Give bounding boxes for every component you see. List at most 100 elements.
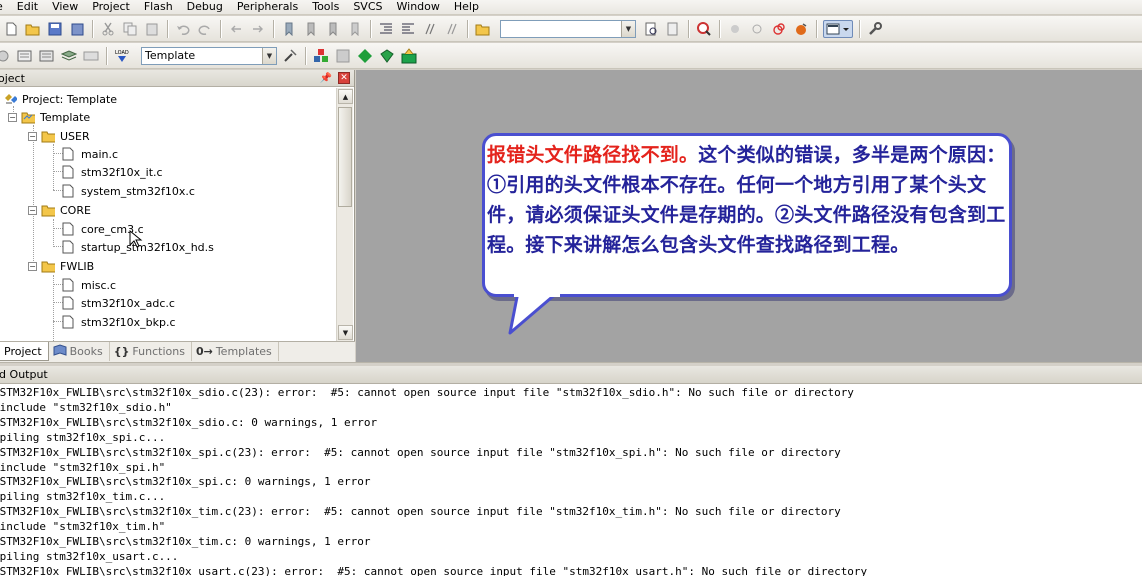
- menu-tools[interactable]: Tools: [305, 0, 346, 14]
- tree-file[interactable]: misc.c: [62, 276, 116, 294]
- tab-functions-label: Functions: [132, 345, 185, 358]
- menu-peripherals[interactable]: Peripherals: [230, 0, 305, 14]
- paste-icon[interactable]: [143, 20, 161, 38]
- folder-open-icon: [41, 259, 55, 273]
- configure-icon[interactable]: [866, 20, 884, 38]
- toolbar-separator: [106, 46, 107, 65]
- batch-build-icon[interactable]: [60, 47, 78, 65]
- disable-all-breakpoints-icon[interactable]: [770, 20, 788, 38]
- nav-forward-icon[interactable]: [249, 20, 267, 38]
- tab-books[interactable]: Books: [49, 342, 110, 361]
- undo-icon[interactable]: [174, 20, 192, 38]
- kill-all-breakpoints-icon[interactable]: [792, 20, 810, 38]
- target-select[interactable]: Template ▼: [141, 46, 277, 65]
- find-combo[interactable]: ▼: [500, 19, 636, 38]
- tab-templates[interactable]: 0→ Templates: [192, 342, 279, 361]
- tree-file[interactable]: stm32f10x_adc.c: [62, 294, 175, 312]
- build-icon[interactable]: [16, 47, 34, 65]
- software-packs-icon[interactable]: [400, 47, 418, 65]
- window-layout-icon[interactable]: [823, 19, 853, 38]
- incremental-find-icon[interactable]: [664, 20, 682, 38]
- collapse-icon[interactable]: −: [8, 112, 17, 122]
- menu-help[interactable]: Help: [447, 0, 486, 14]
- collapse-icon[interactable]: −: [28, 205, 37, 215]
- menu-flash[interactable]: Flash: [137, 0, 180, 14]
- debug-session-icon[interactable]: [695, 20, 713, 38]
- disable-breakpoint-icon[interactable]: [748, 20, 766, 38]
- build-output-line: \STM32F10x_FWLIB\src\stm32f10x_tim.c(23)…: [0, 505, 841, 519]
- stop-build-icon[interactable]: [82, 47, 100, 65]
- tree-file[interactable]: main.c: [62, 145, 118, 163]
- save-all-icon[interactable]: [68, 20, 86, 38]
- uncomment-icon[interactable]: [443, 20, 461, 38]
- find-in-files-icon[interactable]: [474, 20, 492, 38]
- bookmark-icon[interactable]: [280, 20, 298, 38]
- chevron-down-icon[interactable]: ▼: [621, 20, 635, 37]
- tree-root[interactable]: Project: Template: [3, 90, 117, 108]
- redo-icon[interactable]: [196, 20, 214, 38]
- c-file-icon: [62, 165, 76, 179]
- tree-file-label: stm32f10x_bkp.c: [81, 315, 176, 329]
- comment-icon[interactable]: [421, 20, 439, 38]
- tree-group-core[interactable]: − CORE: [28, 201, 91, 219]
- tree-group-user[interactable]: − USER: [28, 127, 90, 145]
- find-icon[interactable]: [642, 20, 660, 38]
- pack-installer-icon[interactable]: [378, 47, 396, 65]
- scroll-up-icon[interactable]: ▲: [338, 89, 353, 104]
- menu-svcs[interactable]: SVCS: [346, 0, 389, 14]
- tab-functions[interactable]: {} Functions: [110, 342, 192, 361]
- toolbar-separator: [305, 46, 306, 65]
- pin-icon[interactable]: 📌: [320, 73, 332, 84]
- menu-edit[interactable]: Edit: [10, 0, 45, 14]
- nav-back-icon[interactable]: [227, 20, 245, 38]
- tree-file[interactable]: stm32f10x_it.c: [62, 163, 163, 181]
- cut-icon[interactable]: [99, 20, 117, 38]
- scroll-thumb[interactable]: [338, 107, 352, 207]
- menu-debug[interactable]: Debug: [180, 0, 230, 14]
- target-options-icon[interactable]: [281, 47, 299, 65]
- unindent-icon[interactable]: [399, 20, 417, 38]
- tab-project[interactable]: Project: [0, 342, 49, 361]
- toolbar-separator: [92, 19, 93, 38]
- scroll-down-icon[interactable]: ▼: [338, 325, 353, 340]
- annotation-callout: 报错头文件路径找不到。这个类似的错误，多半是两个原因：①引用的头文件根本不存在。…: [482, 133, 1012, 335]
- clear-bookmarks-icon[interactable]: [346, 20, 364, 38]
- c-file-icon: [62, 278, 76, 292]
- tree-line: [53, 144, 54, 190]
- tree-file-label: misc.c: [81, 278, 117, 292]
- download-icon[interactable]: LOAD: [113, 47, 131, 65]
- collapse-icon[interactable]: −: [28, 131, 37, 141]
- tree-file[interactable]: stm32f10x_bkp.c: [62, 313, 176, 331]
- next-bookmark-icon[interactable]: [324, 20, 342, 38]
- menu-project[interactable]: Project: [85, 0, 137, 14]
- indent-icon[interactable]: [377, 20, 395, 38]
- new-file-icon[interactable]: [2, 20, 20, 38]
- c-file-icon: [62, 222, 76, 236]
- c-file-icon: [62, 147, 76, 161]
- tree-scrollbar[interactable]: ▲ ▼: [336, 88, 353, 341]
- menu-view[interactable]: View: [45, 0, 85, 14]
- chevron-down-icon[interactable]: ▼: [262, 47, 276, 64]
- tree-group-fwlib[interactable]: − FWLIB: [28, 257, 94, 275]
- close-icon[interactable]: ✕: [338, 72, 350, 84]
- build-output-text[interactable]: \STM32F10x_FWLIB\src\stm32f10x_sdio.c(23…: [0, 385, 1142, 576]
- tree-target[interactable]: − Template: [8, 108, 90, 126]
- tab-books-label: Books: [69, 345, 103, 358]
- save-icon[interactable]: [46, 20, 64, 38]
- build-output-line: \STM32F10x_FWLIB\src\stm32f10x_spi.c: 0 …: [0, 475, 371, 489]
- open-folder-icon[interactable]: [24, 20, 42, 38]
- menu-window[interactable]: Window: [390, 0, 447, 14]
- tree-group-label: FWLIB: [60, 259, 95, 273]
- build-output-line: #include "stm32f10x_tim.h": [0, 520, 166, 534]
- tree-file[interactable]: system_stm32f10x.c: [62, 182, 195, 200]
- manage-project-items-icon[interactable]: [312, 47, 330, 65]
- rebuild-icon[interactable]: [38, 47, 56, 65]
- prev-bookmark-icon[interactable]: [302, 20, 320, 38]
- copy-icon[interactable]: [121, 20, 139, 38]
- select-packs-icon[interactable]: [334, 47, 352, 65]
- manage-rte-icon[interactable]: [356, 47, 374, 65]
- collapse-icon[interactable]: −: [28, 261, 37, 271]
- translate-icon[interactable]: [0, 47, 12, 65]
- menu-file[interactable]: e: [0, 0, 10, 14]
- breakpoint-icon[interactable]: [726, 20, 744, 38]
